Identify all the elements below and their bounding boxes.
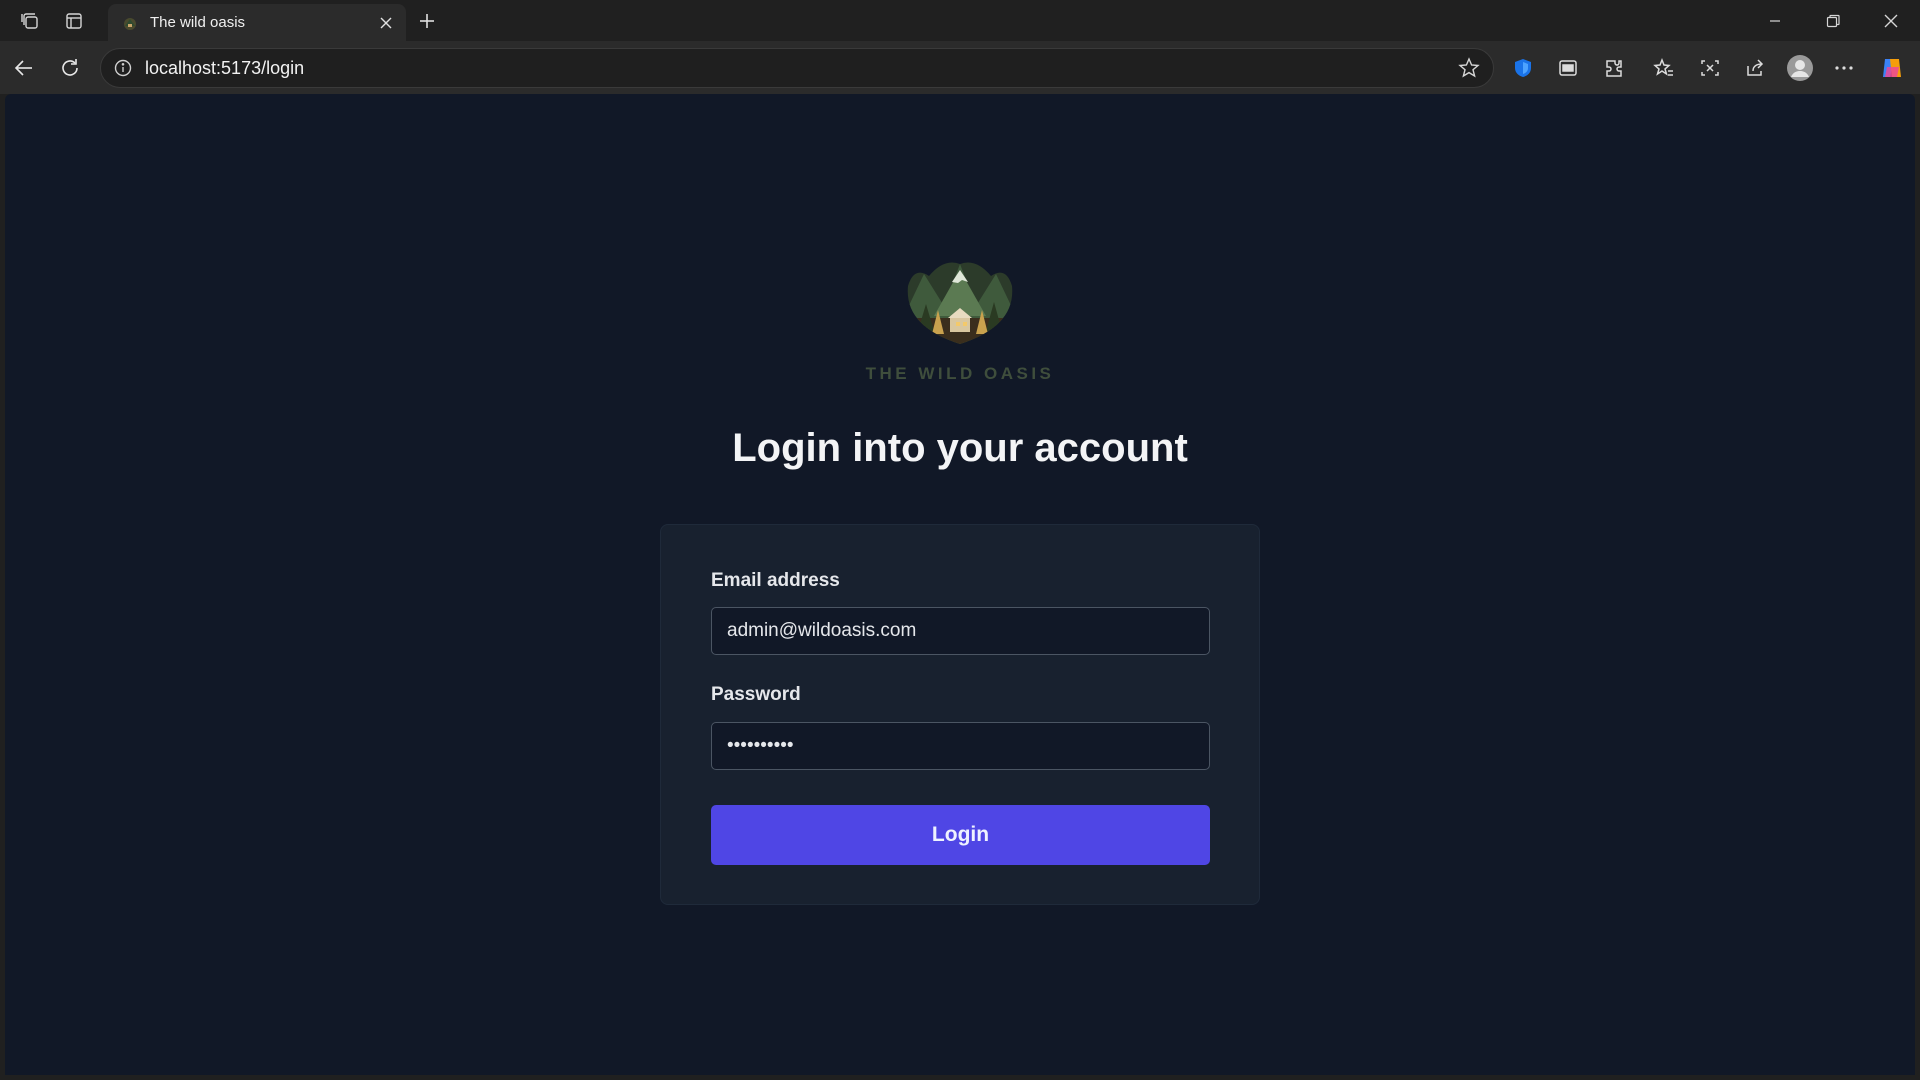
extensions-puzzle-icon[interactable] xyxy=(1596,50,1632,86)
tab-favicon-icon xyxy=(124,17,136,30)
email-field[interactable] xyxy=(711,607,1210,655)
favorites-list-icon[interactable] xyxy=(1646,50,1682,86)
copilot-icon[interactable] xyxy=(1874,50,1910,86)
url-text[interactable]: localhost:5173/login xyxy=(145,58,1457,79)
refresh-icon[interactable] xyxy=(52,50,88,86)
shield-extension-icon[interactable] xyxy=(1505,50,1541,86)
new-tab-plus-icon[interactable] xyxy=(412,6,442,36)
tab-title: The wild oasis xyxy=(150,14,246,31)
close-window-icon[interactable] xyxy=(1862,0,1920,41)
address-bar[interactable]: localhost:5173/login xyxy=(100,48,1494,88)
share-icon[interactable] xyxy=(1737,50,1773,86)
profile-avatar-icon[interactable] xyxy=(1782,50,1818,86)
browser-tab-active[interactable]: The wild oasis xyxy=(108,4,406,41)
close-tab-icon[interactable] xyxy=(376,13,396,33)
split-screen-icon[interactable] xyxy=(1550,50,1586,86)
brand-name: THE WILD OASIS xyxy=(865,364,1055,383)
workspaces-icon[interactable] xyxy=(8,0,52,41)
site-info-icon[interactable] xyxy=(113,58,133,78)
back-arrow-icon[interactable] xyxy=(6,50,42,86)
email-label: Email address xyxy=(711,570,840,591)
login-button[interactable]: Login xyxy=(711,805,1210,865)
password-field[interactable] xyxy=(711,722,1210,770)
browser-titlebar: The wild oasis xyxy=(0,0,1920,41)
favorite-star-icon[interactable] xyxy=(1457,56,1481,80)
vertical-tabs-icon[interactable] xyxy=(52,0,96,41)
more-options-icon[interactable] xyxy=(1826,50,1862,86)
wild-oasis-logo xyxy=(907,262,1013,344)
page-viewport: THE WILD OASIS Login into your account E… xyxy=(5,94,1915,1075)
screenshot-icon[interactable] xyxy=(1692,50,1728,86)
restore-window-icon[interactable] xyxy=(1804,0,1862,41)
page-title: Login into your account xyxy=(732,426,1188,470)
login-form: Email address Password Login xyxy=(660,524,1260,905)
minimize-window-icon[interactable] xyxy=(1746,0,1804,41)
password-label: Password xyxy=(711,684,801,705)
